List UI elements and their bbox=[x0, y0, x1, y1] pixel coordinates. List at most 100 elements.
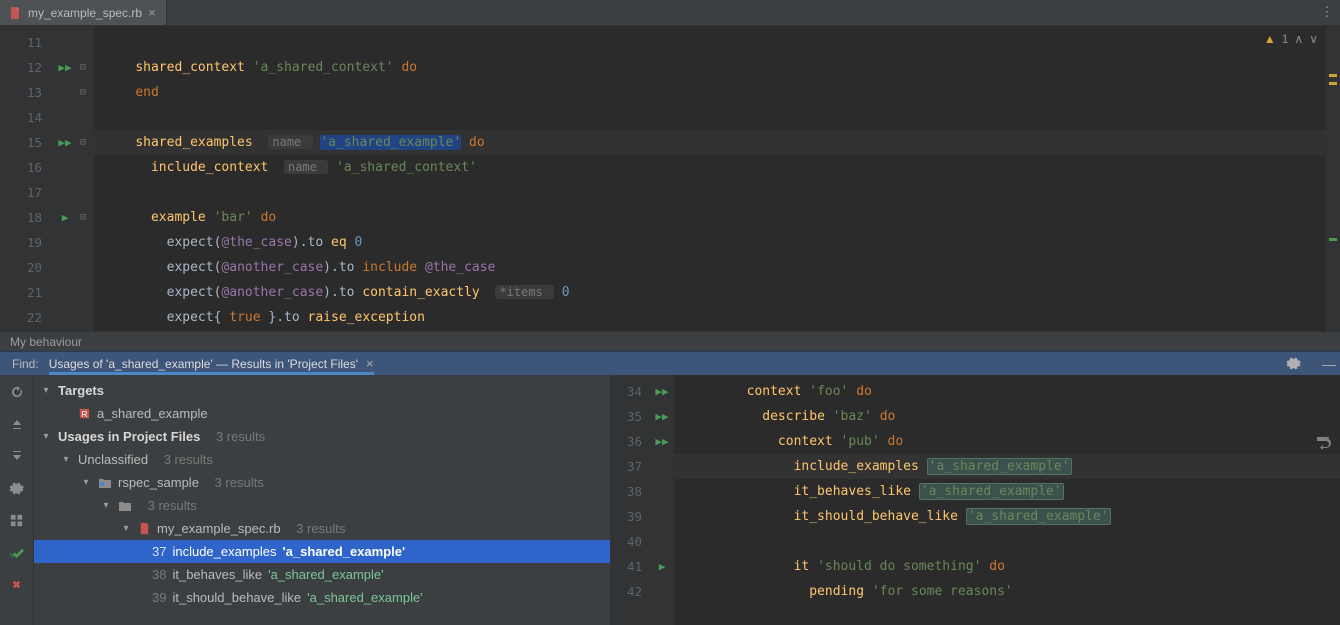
code-line[interactable]: it_behaves_like 'a_shared_example' bbox=[684, 479, 1340, 504]
line-number[interactable]: 35 bbox=[610, 404, 650, 429]
fold-gutter-cell[interactable]: ⊟ bbox=[80, 130, 94, 155]
line-number[interactable]: 17 bbox=[0, 180, 50, 205]
stripe-marker[interactable] bbox=[1329, 74, 1337, 77]
run-icon[interactable]: ▶▶ bbox=[655, 385, 668, 398]
line-number[interactable]: 41 bbox=[610, 554, 650, 579]
settings-icon[interactable] bbox=[6, 477, 28, 499]
breadcrumb[interactable]: My behaviour bbox=[0, 331, 1340, 351]
tree-folder[interactable]: ▾ 3 results bbox=[34, 494, 610, 517]
tab-menu-icon[interactable]: ⋮ bbox=[1314, 0, 1340, 25]
breadcrumb-item[interactable]: My behaviour bbox=[10, 335, 82, 349]
code-line[interactable]: it_should_behave_like 'a_shared_example' bbox=[684, 504, 1340, 529]
tree-module[interactable]: ▾rspec_sample 3 results bbox=[34, 471, 610, 494]
code-line[interactable] bbox=[104, 105, 1340, 130]
stripe-marker[interactable] bbox=[1329, 238, 1337, 241]
next-highlight-icon[interactable]: ∨ bbox=[1309, 32, 1318, 46]
code-line[interactable]: context 'foo' do bbox=[684, 379, 1340, 404]
rerun-icon[interactable] bbox=[6, 381, 28, 403]
code-line[interactable]: include_examples 'a_shared_example' bbox=[674, 454, 1340, 479]
tree-group[interactable]: ▾Unclassified 3 results bbox=[34, 448, 610, 471]
line-number[interactable]: 15 bbox=[0, 130, 50, 155]
code-line[interactable] bbox=[104, 180, 1340, 205]
include-usage-icon[interactable] bbox=[6, 541, 28, 563]
line-number[interactable]: 39 bbox=[610, 504, 650, 529]
line-number[interactable]: 20 bbox=[0, 255, 50, 280]
run-gutter-cell[interactable]: ▶ bbox=[650, 554, 674, 579]
code-line[interactable]: pending 'for some reasons' bbox=[684, 579, 1340, 604]
chevron-down-icon[interactable]: ▾ bbox=[40, 425, 52, 448]
run-gutter-cell[interactable]: ▶ bbox=[50, 205, 80, 230]
line-number[interactable]: 14 bbox=[0, 105, 50, 130]
exclude-usage-icon[interactable] bbox=[6, 573, 28, 595]
editor[interactable]: 111213141516171819202122 ▶▶▶▶▶ ⊟⊟⊟⊟ shar… bbox=[0, 26, 1340, 331]
line-number[interactable]: 21 bbox=[0, 280, 50, 305]
code-line[interactable] bbox=[104, 30, 1340, 55]
tree-usage-row[interactable]: 39 it_should_behave_like 'a_shared_examp… bbox=[34, 586, 610, 609]
chevron-down-icon[interactable]: ▾ bbox=[60, 448, 72, 471]
run-icon[interactable]: ▶▶ bbox=[655, 435, 668, 448]
preview-code-area[interactable]: context 'foo' do describe 'baz' do conte… bbox=[674, 375, 1340, 625]
chevron-down-icon[interactable]: ▾ bbox=[40, 379, 52, 402]
tree-usage-row[interactable]: 37 include_examples 'a_shared_example' bbox=[34, 540, 610, 563]
fold-icon[interactable]: ⊟ bbox=[80, 62, 86, 73]
find-results-tree[interactable]: ▾TargetsRa_shared_example▾Usages in Proj… bbox=[34, 375, 610, 625]
line-number[interactable]: 36 bbox=[610, 429, 650, 454]
run-icon[interactable]: ▶▶ bbox=[58, 136, 71, 149]
gear-icon[interactable] bbox=[1286, 356, 1308, 371]
line-number[interactable]: 38 bbox=[610, 479, 650, 504]
line-number[interactable]: 40 bbox=[610, 529, 650, 554]
next-occurrence-icon[interactable] bbox=[6, 445, 28, 467]
chevron-down-icon[interactable]: ▾ bbox=[120, 517, 132, 540]
editor-code-area[interactable]: shared_context 'a_shared_context' do end… bbox=[94, 26, 1340, 331]
fold-gutter-cell[interactable]: ⊟ bbox=[80, 205, 94, 230]
code-line[interactable]: example 'bar' do bbox=[104, 205, 1340, 230]
line-number[interactable]: 16 bbox=[0, 155, 50, 180]
prev-occurrence-icon[interactable] bbox=[6, 413, 28, 435]
code-line[interactable]: shared_examples name 'a_shared_example' … bbox=[94, 130, 1340, 155]
code-line[interactable]: shared_context 'a_shared_context' do bbox=[104, 55, 1340, 80]
find-tab[interactable]: Usages of 'a_shared_example' — Results i… bbox=[49, 356, 374, 371]
tree-file[interactable]: ▾my_example_spec.rb 3 results bbox=[34, 517, 610, 540]
run-gutter-cell[interactable]: ▶▶ bbox=[650, 429, 674, 454]
run-icon[interactable]: ▶ bbox=[659, 560, 666, 573]
usage-preview[interactable]: 343536373839404142 ▶▶▶▶▶▶▶ context 'foo'… bbox=[610, 375, 1340, 625]
code-line[interactable]: end bbox=[104, 80, 1340, 105]
editor-tab[interactable]: my_example_spec.rb × bbox=[0, 0, 167, 25]
code-line[interactable]: expect{ true }.to raise_exception bbox=[104, 305, 1340, 330]
line-number[interactable]: 18 bbox=[0, 205, 50, 230]
line-number[interactable]: 19 bbox=[0, 230, 50, 255]
minimize-icon[interactable]: — bbox=[1318, 356, 1340, 372]
line-number[interactable]: 13 bbox=[0, 80, 50, 105]
close-icon[interactable]: × bbox=[148, 5, 156, 20]
run-icon[interactable]: ▶▶ bbox=[655, 410, 668, 423]
line-number[interactable]: 37 bbox=[610, 454, 650, 479]
fold-icon[interactable]: ⊟ bbox=[80, 212, 86, 223]
tree-target-item[interactable]: Ra_shared_example bbox=[34, 402, 610, 425]
line-number[interactable]: 34 bbox=[610, 379, 650, 404]
fold-icon[interactable]: ⊟ bbox=[80, 137, 86, 148]
inspections-widget[interactable]: ▲ 1 ∧ ∨ bbox=[1264, 32, 1318, 46]
code-line[interactable]: describe 'baz' do bbox=[684, 404, 1340, 429]
line-number[interactable]: 22 bbox=[0, 305, 50, 330]
error-stripe[interactable] bbox=[1326, 26, 1340, 331]
tree-targets[interactable]: ▾Targets bbox=[34, 379, 610, 402]
fold-gutter-cell[interactable]: ⊟ bbox=[80, 80, 94, 105]
stripe-marker[interactable] bbox=[1329, 82, 1337, 85]
fold-icon[interactable]: ⊟ bbox=[80, 87, 86, 98]
fold-gutter-cell[interactable]: ⊟ bbox=[80, 55, 94, 80]
code-line[interactable]: it 'should do something' do bbox=[684, 554, 1340, 579]
tree-usage-row[interactable]: 38 it_behaves_like 'a_shared_example' bbox=[34, 563, 610, 586]
code-line[interactable]: expect(@the_case).to eq 0 bbox=[104, 230, 1340, 255]
chevron-down-icon[interactable]: ▾ bbox=[80, 471, 92, 494]
line-number[interactable]: 42 bbox=[610, 579, 650, 604]
code-line[interactable]: expect(@another_case).to contain_exactly… bbox=[104, 280, 1340, 305]
tree-usages[interactable]: ▾Usages in Project Files 3 results bbox=[34, 425, 610, 448]
group-by-icon[interactable] bbox=[6, 509, 28, 531]
run-gutter-cell[interactable]: ▶▶ bbox=[50, 55, 80, 80]
code-line[interactable]: context 'pub' do bbox=[684, 429, 1340, 454]
run-gutter-cell[interactable]: ▶▶ bbox=[650, 379, 674, 404]
line-number[interactable]: 11 bbox=[0, 30, 50, 55]
code-line[interactable] bbox=[684, 529, 1340, 554]
soft-wrap-icon[interactable] bbox=[1312, 431, 1334, 453]
close-icon[interactable]: × bbox=[366, 356, 374, 371]
